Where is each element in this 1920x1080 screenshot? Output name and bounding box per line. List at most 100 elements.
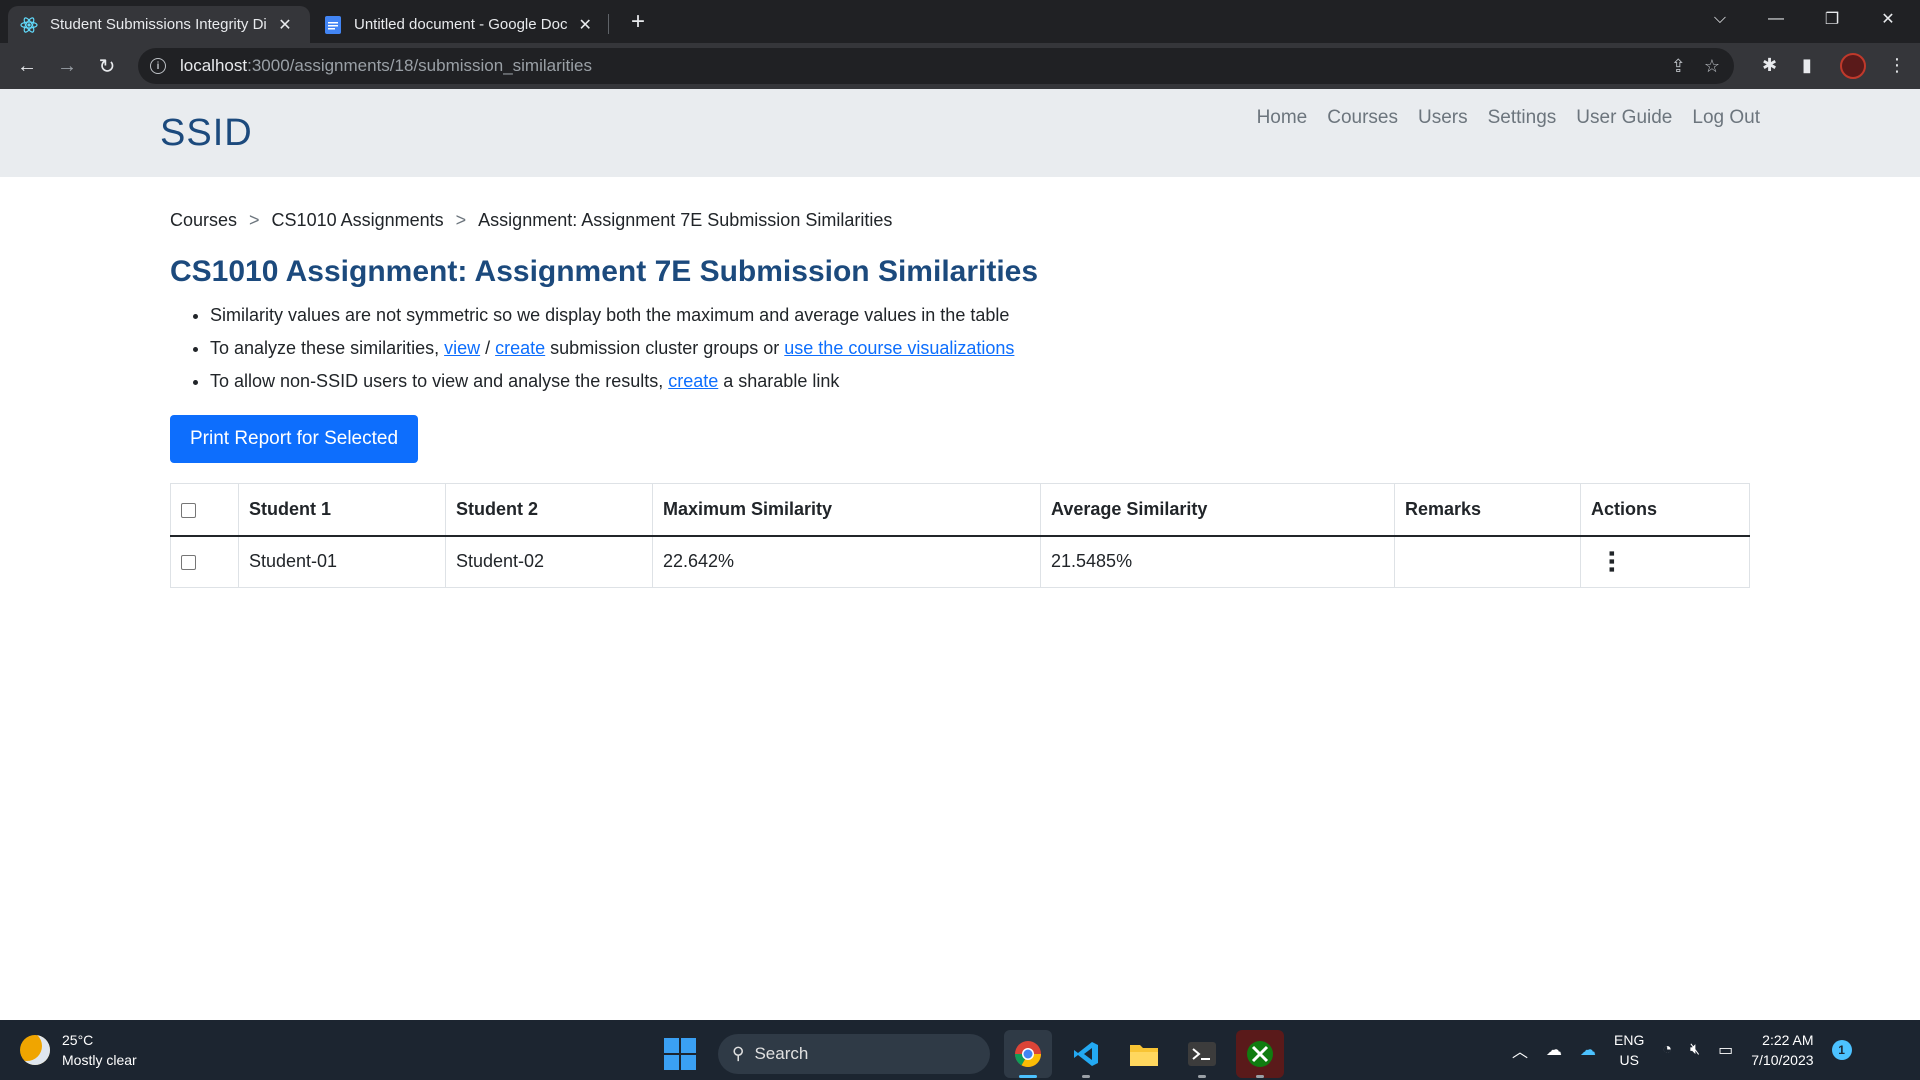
tab-search-chevron-icon[interactable]: ⌵ — [1692, 0, 1748, 38]
breadcrumb-assignments[interactable]: CS1010 Assignments — [272, 210, 444, 231]
chevron-up-icon[interactable]: ︿ — [1512, 1038, 1528, 1062]
brand-logo[interactable]: SSID — [160, 112, 253, 155]
breadcrumb-current: Assignment: Assignment 7E Submission Sim… — [478, 210, 893, 230]
nav-users[interactable]: Users — [1418, 107, 1468, 129]
xbox-icon[interactable] — [1236, 1030, 1284, 1078]
reload-icon[interactable]: ↻ — [92, 51, 122, 81]
create-share-link[interactable]: create — [668, 371, 718, 391]
address-bar[interactable]: i localhost:3000/assignments/18/submissi… — [138, 48, 1734, 84]
cloud-icon[interactable]: ☁ — [1546, 1040, 1562, 1060]
breadcrumb-separator: > — [249, 210, 260, 230]
browser-tab-strip: Student Submissions Integrity Di ✕ Untit… — [0, 0, 1920, 43]
extensions-puzzle-icon[interactable]: ✱ — [1762, 55, 1777, 76]
react-icon — [20, 16, 38, 34]
header-remarks: Remarks — [1394, 483, 1581, 537]
tab-google-docs[interactable]: Untitled document - Google Doc ✕ — [312, 6, 606, 43]
header-actions: Actions — [1580, 483, 1750, 537]
cell-actions: ⋯ — [1580, 535, 1750, 588]
header-student2[interactable]: Student 2 — [445, 483, 653, 537]
view-clusters-link[interactable]: view — [444, 338, 480, 358]
breadcrumb-courses[interactable]: Courses — [170, 210, 237, 231]
cell-avg-similarity: 21.5485% — [1040, 535, 1395, 588]
taskbar-apps: ⚲ Search — [664, 1030, 1284, 1078]
cell-student1: Student-01 — [238, 535, 446, 588]
google-docs-icon — [324, 15, 342, 34]
moon-cloud-icon — [20, 1035, 50, 1065]
row-checkbox[interactable] — [181, 555, 196, 570]
language-indicator[interactable]: ENG US — [1614, 1030, 1644, 1070]
wifi-icon[interactable]: ◔ — [1662, 1041, 1672, 1059]
similarities-table: Student 1 Student 2 Maximum Similarity A… — [170, 483, 1750, 588]
windows-start-icon[interactable] — [664, 1038, 696, 1070]
onedrive-icon[interactable]: ☁ — [1580, 1040, 1596, 1060]
info-notes: Similarity values are not symmetric so w… — [210, 303, 1014, 402]
cell-remarks — [1394, 535, 1581, 588]
actions-menu-icon[interactable]: ⋯ — [1597, 550, 1626, 574]
print-report-button[interactable]: Print Report for Selected — [170, 415, 418, 463]
note-symmetry: Similarity values are not symmetric so w… — [210, 303, 1014, 336]
chrome-icon[interactable] — [1004, 1030, 1052, 1078]
row-select-cell — [170, 535, 239, 588]
note-share: To allow non-SSID users to view and anal… — [210, 369, 1014, 402]
note-analyze: To analyze these similarities, view / cr… — [210, 336, 1014, 369]
battery-icon[interactable]: ▭ — [1718, 1040, 1733, 1060]
browser-toolbar: ← → ↻ i localhost:3000/assignments/18/su… — [0, 43, 1920, 89]
site-navbar: SSID Home Courses Users Settings User Gu… — [0, 89, 1920, 177]
cell-max-similarity: 22.642% — [652, 535, 1041, 588]
share-icon[interactable]: ⇪ — [1671, 56, 1686, 77]
menu-dots-icon[interactable]: ⋮ — [1888, 55, 1906, 76]
new-tab-button[interactable]: + — [624, 8, 652, 36]
clock-date: 7/10/2023 — [1751, 1052, 1814, 1068]
vscode-icon[interactable] — [1062, 1030, 1110, 1078]
system-tray: ︿ ☁ ☁ ENG US ◔ 🔇︎ ▭ 2:22 AM 7/10/2023 1 — [1512, 1020, 1852, 1080]
tab-ssid[interactable]: Student Submissions Integrity Di ✕ — [8, 6, 310, 43]
taskbar-search-label: Search — [754, 1044, 809, 1063]
create-clusters-link[interactable]: create — [495, 338, 545, 358]
forward-arrow-icon[interactable]: → — [52, 51, 82, 81]
table-header-row: Student 1 Student 2 Maximum Similarity A… — [170, 483, 1750, 537]
header-student1[interactable]: Student 1 — [238, 483, 446, 537]
restore-button[interactable]: ❐ — [1804, 0, 1860, 38]
header-avg-similarity[interactable]: Average Similarity — [1040, 483, 1395, 537]
close-window-button[interactable]: ✕ — [1860, 0, 1916, 38]
tab-title: Untitled document - Google Doc — [354, 16, 568, 33]
cell-student2: Student-02 — [445, 535, 653, 588]
weather-temperature: 25°C — [62, 1032, 94, 1048]
select-all-cell — [170, 483, 239, 537]
back-arrow-icon[interactable]: ← — [12, 51, 42, 81]
tab-divider — [608, 14, 609, 34]
file-explorer-icon[interactable] — [1120, 1030, 1168, 1078]
table-row: Student-01 Student-02 22.642% 21.5485% ⋯ — [170, 535, 1750, 588]
terminal-icon[interactable] — [1178, 1030, 1226, 1078]
header-max-similarity[interactable]: Maximum Similarity — [652, 483, 1041, 537]
nav-links: Home Courses Users Settings User Guide L… — [1257, 107, 1760, 129]
notification-badge[interactable]: 1 — [1831, 1040, 1852, 1060]
page-title: CS1010 Assignment: Assignment 7E Submiss… — [170, 255, 1039, 288]
taskbar-search[interactable]: ⚲ Search — [718, 1034, 990, 1074]
course-visualizations-link[interactable]: use the course visualizations — [784, 338, 1014, 358]
breadcrumb: Courses > CS1010 Assignments > Assignmen… — [170, 210, 892, 231]
breadcrumb-separator: > — [455, 210, 467, 230]
speaker-muted-icon[interactable]: 🔇︎ — [1690, 1041, 1700, 1059]
nav-user-guide[interactable]: User Guide — [1576, 107, 1672, 129]
select-all-checkbox[interactable] — [181, 502, 196, 518]
tab-title: Student Submissions Integrity Di — [50, 16, 267, 33]
minimize-button[interactable]: — — [1748, 0, 1804, 38]
close-icon[interactable]: ✕ — [276, 15, 294, 35]
url-text[interactable]: localhost:3000/assignments/18/submission… — [180, 56, 592, 76]
info-icon[interactable]: i — [150, 58, 166, 74]
side-panel-icon[interactable]: ▮ — [1802, 55, 1812, 76]
close-icon[interactable]: ✕ — [576, 15, 594, 35]
clock-time: 2:22 AM — [1762, 1032, 1814, 1048]
windows-taskbar: 25°C Mostly clear ⚲ Search ︿ ☁ ☁ ENG US … — [0, 1020, 1920, 1080]
bookmark-star-icon[interactable]: ☆ — [1704, 56, 1720, 77]
weather-condition: Mostly clear — [62, 1052, 137, 1068]
weather-widget[interactable]: 25°C Mostly clear — [20, 1030, 137, 1070]
clock[interactable]: 2:22 AM 7/10/2023 — [1751, 1030, 1813, 1070]
nav-home[interactable]: Home — [1257, 107, 1308, 129]
omnibox-actions: ⇪ ☆ — [1671, 56, 1720, 77]
nav-log-out[interactable]: Log Out — [1692, 107, 1760, 129]
profile-avatar[interactable] — [1840, 53, 1866, 79]
nav-courses[interactable]: Courses — [1327, 107, 1398, 129]
nav-settings[interactable]: Settings — [1488, 107, 1557, 129]
